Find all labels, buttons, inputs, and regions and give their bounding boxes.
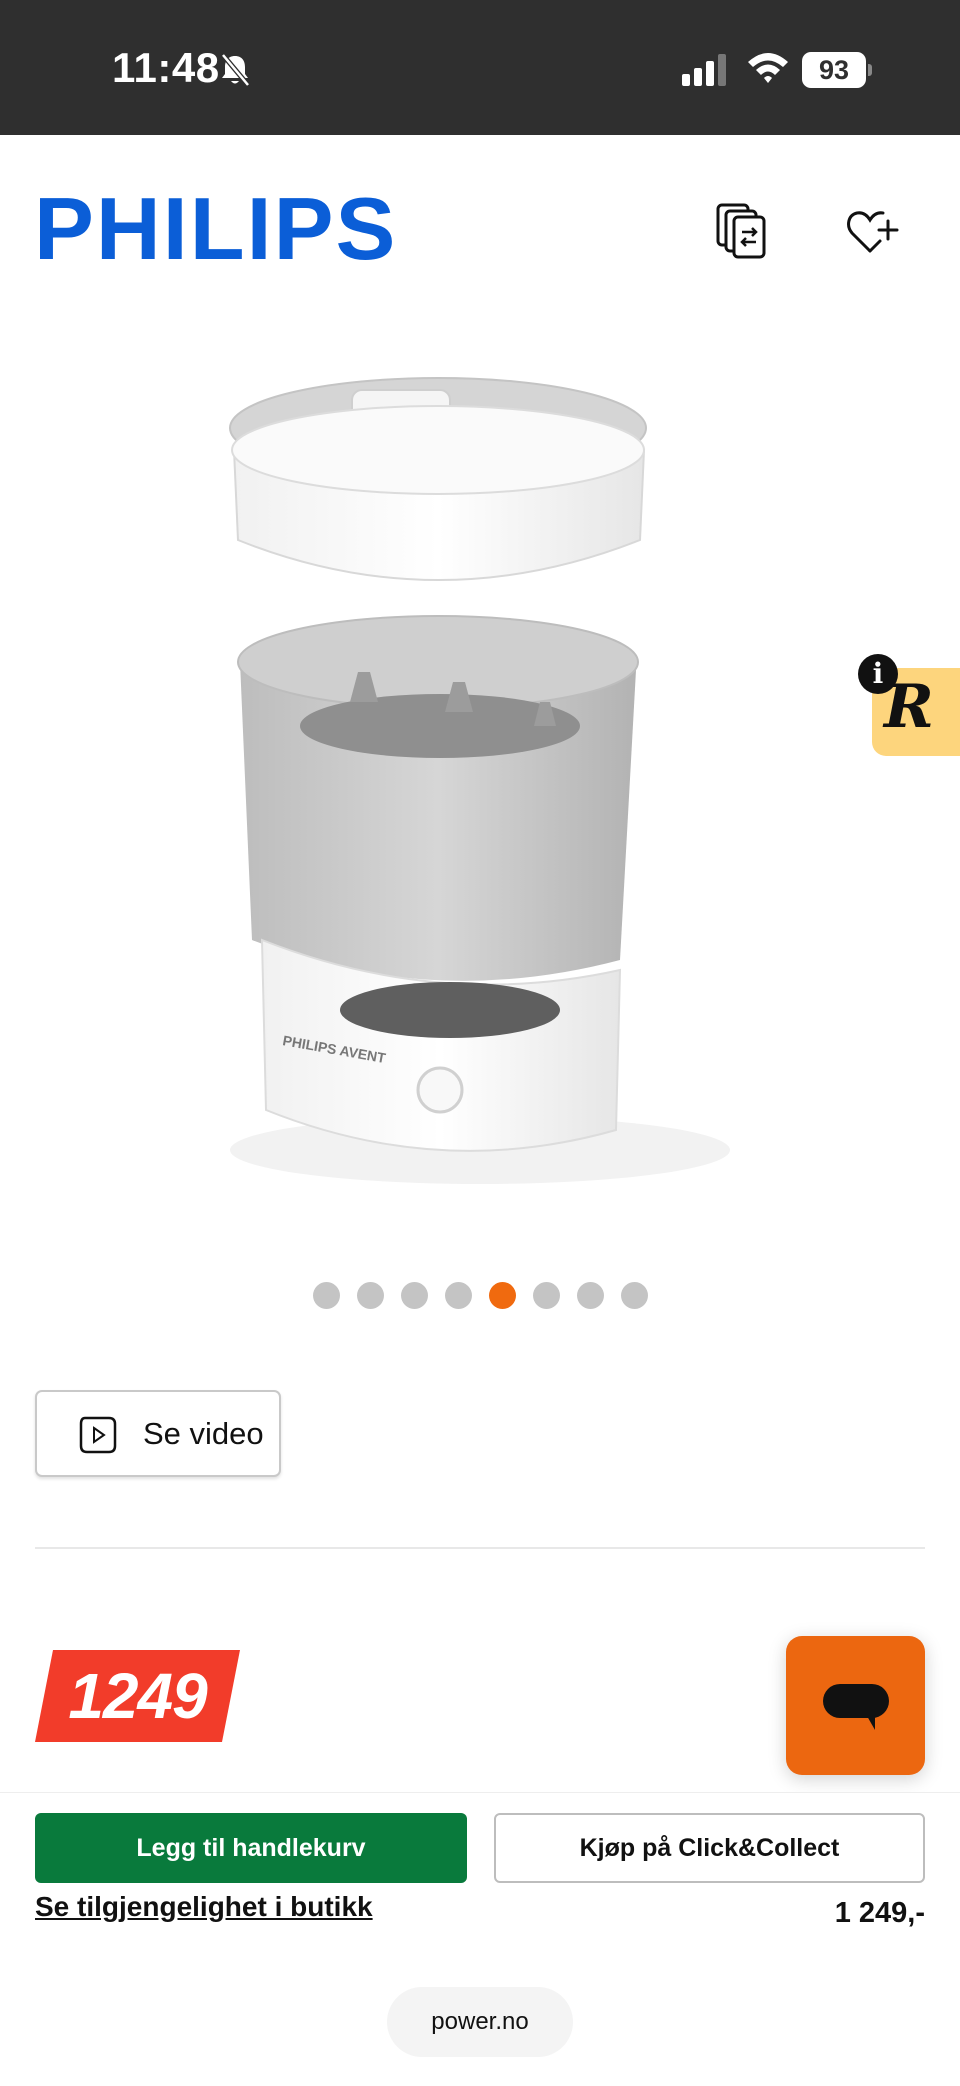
play-video-icon [79, 1416, 117, 1454]
signal-icon [682, 54, 726, 86]
battery-level: 93 [802, 52, 866, 88]
gallery-dot[interactable] [312, 1282, 340, 1309]
gallery-dot[interactable] [400, 1282, 428, 1309]
price-badge: 1249 [35, 1650, 240, 1742]
battery-cap [868, 64, 872, 76]
chat-bubble-icon [823, 1684, 889, 1730]
status-time: 11:48 [112, 44, 220, 91]
gallery-dot[interactable] [532, 1282, 560, 1309]
chat-button[interactable] [786, 1636, 925, 1775]
info-icon[interactable]: i [858, 654, 898, 694]
compare-icon[interactable] [714, 201, 768, 259]
browser-url-pill[interactable]: power.no [387, 1987, 573, 2057]
wishlist-heart-plus-icon[interactable] [846, 207, 900, 257]
store-availability-link[interactable]: Se tilgjengelighet i butikk [35, 1891, 373, 1923]
gallery-dot[interactable] [488, 1282, 516, 1309]
see-video-label: Se video [143, 1416, 264, 1451]
gallery-dot[interactable] [576, 1282, 604, 1309]
battery-icon: 93 [802, 52, 872, 88]
wifi-icon [748, 53, 788, 83]
click-collect-button[interactable]: Kjøp på Click&Collect [494, 1813, 925, 1883]
see-video-button[interactable]: Se video [35, 1390, 281, 1477]
site-header: PHILIPS [0, 135, 960, 305]
bell-slash-icon [221, 53, 250, 87]
price-badge-value: 1249 [68, 1660, 207, 1732]
gallery-dot[interactable] [620, 1282, 648, 1309]
brand-logo[interactable]: PHILIPS [34, 185, 397, 273]
bottom-price: 1 249,- [834, 1897, 925, 1929]
add-to-cart-button[interactable]: Legg til handlekurv [35, 1813, 467, 1883]
gallery-dot[interactable] [444, 1282, 472, 1309]
status-bar: 11:48 93 [0, 0, 960, 135]
section-divider [35, 1547, 925, 1549]
bottom-action-bar: Legg til handlekurv Kjøp på Click&Collec… [0, 1792, 960, 2086]
gallery-dot[interactable] [356, 1282, 384, 1309]
product-image-sterilizer[interactable]: PHILIPS AVENT [220, 350, 740, 1210]
gallery-pagination [0, 1282, 960, 1312]
